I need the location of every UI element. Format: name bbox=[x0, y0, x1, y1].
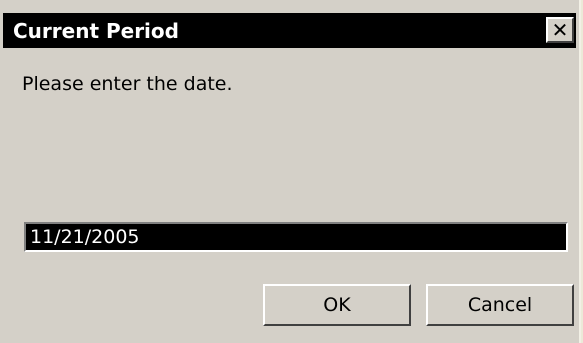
dialog-titlebar[interactable]: Current Period ✕ bbox=[3, 13, 576, 48]
prompt-text: Please enter the date. bbox=[22, 73, 233, 95]
close-button[interactable]: ✕ bbox=[546, 17, 574, 43]
ok-button[interactable]: OK bbox=[263, 284, 411, 326]
dialog-title: Current Period bbox=[13, 19, 179, 43]
window-background: Current Period ✕ Please enter the date. … bbox=[0, 0, 583, 343]
current-period-dialog: Current Period ✕ Please enter the date. … bbox=[0, 0, 581, 343]
date-input[interactable] bbox=[24, 222, 568, 252]
close-icon: ✕ bbox=[551, 18, 569, 42]
cancel-button[interactable]: Cancel bbox=[426, 284, 574, 326]
